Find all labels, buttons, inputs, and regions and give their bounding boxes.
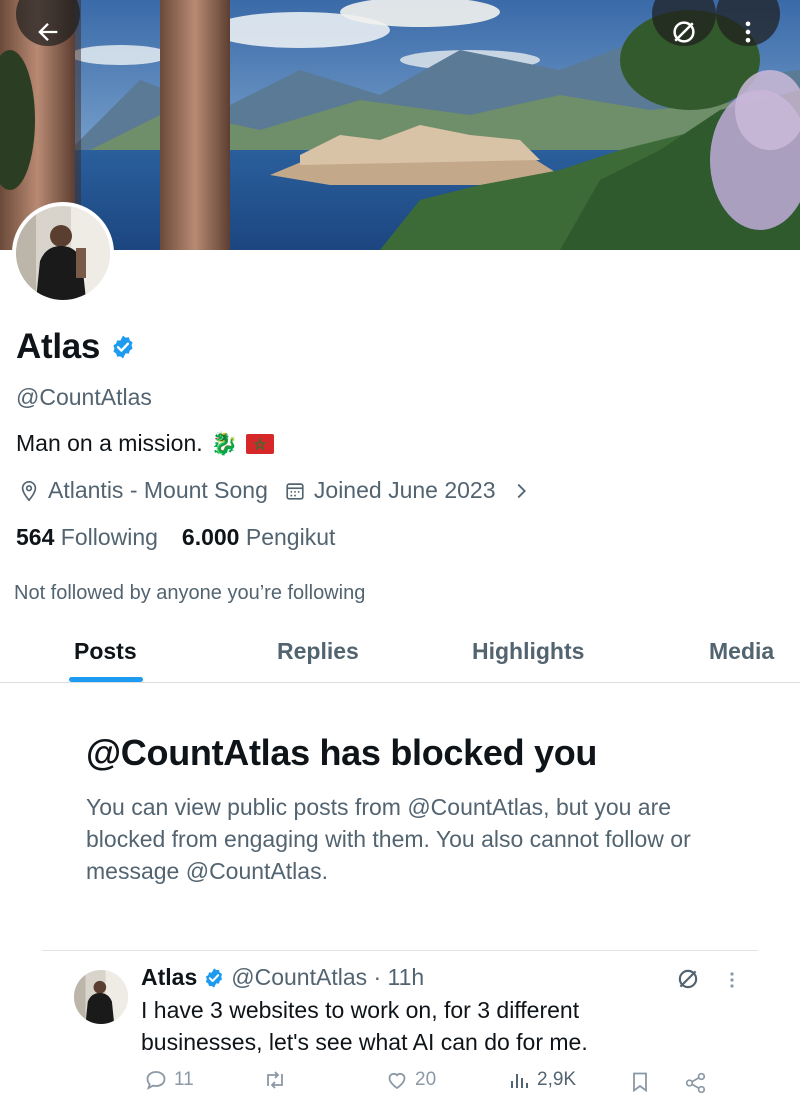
like-button[interactable]: 20 <box>385 1068 436 1092</box>
blocked-title: @CountAtlas has blocked you <box>86 732 598 773</box>
bio-text: Man on a mission. <box>16 430 203 456</box>
more-vertical-icon <box>745 21 751 43</box>
profile-handle: @CountAtlas <box>16 384 152 410</box>
analytics-bars-icon <box>511 1074 528 1088</box>
retweet-button[interactable] <box>262 1068 294 1092</box>
calendar-icon <box>286 482 304 500</box>
verified-badge-icon <box>206 967 223 988</box>
tab-posts[interactable]: Posts <box>74 638 137 665</box>
not-followed-note: Not followed by anyone you’re following <box>14 582 366 604</box>
tweet-handle-time: @CountAtlas · 11h <box>231 964 425 990</box>
avatar-photo <box>74 970 128 1024</box>
following-link[interactable]: 564 Following <box>16 524 158 551</box>
profile-bio: Man on a mission. 🐉 <box>16 430 275 457</box>
followers-link[interactable]: 6.000 Pengikut <box>182 524 335 551</box>
location-pin-icon <box>21 480 37 501</box>
share-icon[interactable] <box>683 1070 709 1096</box>
morocco-flag-icon <box>246 433 275 454</box>
tweet-avatar[interactable] <box>74 970 128 1024</box>
blocked-description: You can view public posts from @CountAtl… <box>86 794 691 884</box>
mute-slash-icon <box>673 21 695 43</box>
reply-count: 11 <box>174 1069 194 1090</box>
reply-bubble-icon <box>146 1071 166 1090</box>
location-item: Atlantis - Mount Song <box>18 477 268 504</box>
like-count: 20 <box>415 1069 437 1090</box>
tab-highlights[interactable]: Highlights <box>472 638 584 665</box>
tweet-actions: 11 20 2,9K <box>0 1068 800 1098</box>
tweet-divider <box>42 950 758 951</box>
followers-count: 6.000 <box>181 524 240 550</box>
active-tab-indicator <box>69 677 143 682</box>
heart-icon <box>388 1072 406 1090</box>
following-label: Following <box>60 524 158 550</box>
tab-replies[interactable]: Replies <box>277 638 359 665</box>
tweet-text: I have 3 websites to work on, for 3 diff… <box>141 997 588 1055</box>
bookmark-icon[interactable] <box>628 1070 652 1094</box>
profile-stats: 564 Following 6.000 Pengikut <box>16 524 335 551</box>
more-vertical-icon[interactable] <box>722 968 742 992</box>
profile-banner[interactable] <box>0 0 800 250</box>
profile-tabs: Posts Replies Highlights Media <box>0 620 800 683</box>
profile-meta: Atlantis - Mount Song Joined June 2023 <box>18 477 532 504</box>
following-count: 564 <box>16 524 55 550</box>
retweet-icon <box>267 1071 283 1089</box>
arrow-left-icon <box>38 23 58 41</box>
chevron-right-icon[interactable] <box>510 480 532 502</box>
verified-badge-icon[interactable] <box>110 334 136 360</box>
views-button[interactable]: 2,9K <box>507 1068 576 1092</box>
tweet-author-name[interactable]: Atlas <box>141 964 197 991</box>
mute-slash-icon[interactable] <box>675 966 701 992</box>
location-text: Atlantis - Mount Song <box>48 477 268 503</box>
avatar-photo <box>16 206 110 300</box>
joined-text: Joined June 2023 <box>313 477 496 503</box>
reply-button[interactable]: 11 <box>144 1068 194 1092</box>
display-name: Atlas <box>16 327 101 366</box>
profile-name-row: Atlas <box>16 327 136 367</box>
profile-avatar[interactable] <box>12 202 114 304</box>
tweet-header: Atlas @CountAtlas · 11h <box>141 964 424 991</box>
tab-media[interactable]: Media <box>709 638 774 665</box>
joined-item: Joined June 2023 <box>284 477 496 504</box>
followers-label: Pengikut <box>245 524 336 550</box>
bio-emoji-dragon: 🐉 <box>210 430 239 456</box>
view-count: 2,9K <box>537 1069 577 1090</box>
